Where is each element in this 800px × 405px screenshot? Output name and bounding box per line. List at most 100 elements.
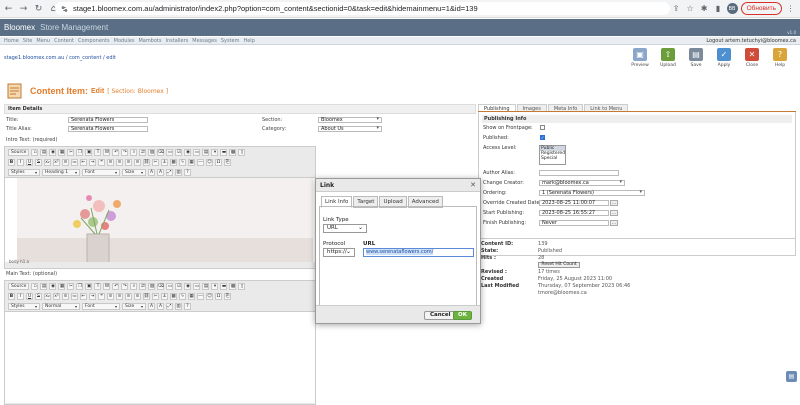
source-button[interactable]: Source xyxy=(8,148,30,156)
hidden-field-icon[interactable]: ▯ xyxy=(238,282,246,290)
radio-icon[interactable]: ◉ xyxy=(184,148,192,156)
cut-icon[interactable]: ✂ xyxy=(67,148,75,156)
textarea-icon[interactable]: ▤ xyxy=(202,148,210,156)
tab-link-to-menu[interactable]: Link to Menu xyxy=(584,104,629,112)
outdent-icon[interactable]: ⇤ xyxy=(80,292,87,300)
templates-icon[interactable]: ▦ xyxy=(58,148,66,156)
main-text-area[interactable] xyxy=(5,311,315,403)
paste-icon[interactable]: ▣ xyxy=(85,148,93,156)
select-all-icon[interactable]: ▨ xyxy=(148,148,156,156)
start-date-picker[interactable]: … xyxy=(610,210,618,216)
copy-icon[interactable]: ❐ xyxy=(76,148,84,156)
find-icon[interactable]: ⌕ xyxy=(130,282,138,290)
strike-icon[interactable]: S xyxy=(35,158,42,166)
textfield-icon[interactable]: ▭ xyxy=(193,148,201,156)
text-color-icon[interactable]: A xyxy=(148,168,155,176)
finish-date-picker[interactable]: … xyxy=(610,220,618,226)
bg-color-icon[interactable]: A xyxy=(157,168,164,176)
chat-widget-icon[interactable]: ▤ xyxy=(786,371,797,382)
align-left-icon[interactable]: ≡ xyxy=(107,158,114,166)
tab-images[interactable]: Images xyxy=(516,104,547,112)
superscript-icon[interactable]: x² xyxy=(53,292,60,300)
checkbox-icon[interactable]: ☑ xyxy=(175,282,183,290)
start-publishing-input[interactable]: 2023-08-25 16:55:27 xyxy=(539,210,609,216)
align-right-icon[interactable]: ≡ xyxy=(125,292,132,300)
image-icon[interactable]: ▩ xyxy=(170,158,177,166)
sidebar-icon[interactable]: ▮ xyxy=(713,3,724,14)
created-date-input[interactable]: 2023-08-25 11:00:07 xyxy=(539,200,609,206)
redo-icon[interactable]: ↷ xyxy=(121,282,129,290)
address-bar[interactable]: stage1.bloomex.com.au/administrator/inde… xyxy=(55,2,670,15)
blockquote-icon[interactable]: ❝ xyxy=(98,292,105,300)
menu-item-site[interactable]: Site xyxy=(23,38,33,44)
preview-doc-icon[interactable]: ◉ xyxy=(49,282,57,290)
smiley-icon[interactable]: ☺ xyxy=(206,292,213,300)
unlink-icon[interactable]: ✂ xyxy=(152,292,159,300)
form-icon[interactable]: ▭ xyxy=(166,148,174,156)
save-doc-icon[interactable]: ▤ xyxy=(40,148,48,156)
extensions-icon[interactable]: ✱ xyxy=(699,3,710,14)
paste-word-icon[interactable]: W xyxy=(103,282,111,290)
author-alias-input[interactable] xyxy=(539,170,619,176)
cancel-button[interactable]: Cancel xyxy=(424,311,457,320)
align-justify-icon[interactable]: ≡ xyxy=(134,158,141,166)
button-field-icon[interactable]: ▬ xyxy=(220,148,228,156)
menu-icon[interactable]: ⋮ xyxy=(785,3,796,14)
select-field-icon[interactable]: ▾ xyxy=(211,282,219,290)
redo-icon[interactable]: ↷ xyxy=(121,148,129,156)
category-select[interactable]: About Us xyxy=(318,126,382,132)
menu-item-help[interactable]: Help xyxy=(243,38,254,44)
maximize-icon[interactable]: ⤢ xyxy=(166,302,173,310)
format-combo-2[interactable]: Normal xyxy=(42,302,80,310)
paste-text-icon[interactable]: T xyxy=(94,148,102,156)
page-break-icon[interactable]: ⎘ xyxy=(224,292,231,300)
section-select[interactable]: Bloomex xyxy=(318,117,382,123)
menu-item-menu[interactable]: Menu xyxy=(36,38,50,44)
align-left-icon[interactable]: ≡ xyxy=(107,292,114,300)
created-date-picker[interactable]: … xyxy=(610,200,618,206)
preview-button[interactable]: ▣ Preview xyxy=(628,48,652,70)
dialog-close-icon[interactable]: ✕ xyxy=(470,179,476,192)
show-blocks-icon[interactable]: ▥ xyxy=(175,168,182,176)
underline-icon[interactable]: U xyxy=(26,292,33,300)
checkbox-icon[interactable]: ☑ xyxy=(175,148,183,156)
textarea-icon[interactable]: ▤ xyxy=(202,282,210,290)
hidden-field-icon[interactable]: ▯ xyxy=(238,148,246,156)
table-icon[interactable]: ▦ xyxy=(188,158,195,166)
smiley-icon[interactable]: ☺ xyxy=(206,158,213,166)
undo-icon[interactable]: ↶ xyxy=(112,282,120,290)
bookmark-star-icon[interactable]: ☆ xyxy=(685,3,696,14)
align-center-icon[interactable]: ≡ xyxy=(116,292,123,300)
close-button[interactable]: ✕ Close xyxy=(740,48,764,70)
align-right-icon[interactable]: ≡ xyxy=(125,158,132,166)
image-button-icon[interactable]: ▩ xyxy=(229,148,237,156)
menu-item-system[interactable]: System xyxy=(221,38,240,44)
published-checkbox[interactable] xyxy=(540,135,545,140)
anchor-icon[interactable]: ⚓ xyxy=(161,158,168,166)
indent-icon[interactable]: ⇥ xyxy=(89,158,96,166)
menu-item-installers[interactable]: Installers xyxy=(165,38,188,44)
profile-avatar[interactable]: ВВ xyxy=(726,3,738,14)
subscript-icon[interactable]: x₂ xyxy=(44,158,51,166)
share-icon[interactable]: ⇪ xyxy=(671,3,682,14)
special-char-icon[interactable]: Ω xyxy=(215,158,222,166)
strike-icon[interactable]: S xyxy=(35,292,42,300)
link-type-select[interactable]: URL xyxy=(323,224,367,233)
help-editor-icon[interactable]: ? xyxy=(184,302,191,310)
image-button-icon[interactable]: ▩ xyxy=(229,282,237,290)
anchor-icon[interactable]: ⚓ xyxy=(161,292,168,300)
link-icon[interactable]: ⛓ xyxy=(143,292,150,300)
remove-format-icon[interactable]: ⌫ xyxy=(157,282,165,290)
intro-text-area[interactable] xyxy=(5,177,315,262)
image-icon[interactable]: ▩ xyxy=(170,292,177,300)
bulleted-list-icon[interactable]: ≔ xyxy=(71,292,78,300)
form-icon[interactable]: ▭ xyxy=(166,282,174,290)
textfield-icon[interactable]: ▭ xyxy=(193,282,201,290)
paste-word-icon[interactable]: W xyxy=(103,148,111,156)
underline-icon[interactable]: U xyxy=(26,158,33,166)
styles-combo-2[interactable]: Styles xyxy=(8,302,40,310)
italic-icon[interactable]: I xyxy=(17,292,24,300)
source-button-2[interactable]: Source xyxy=(8,282,30,290)
special-char-icon[interactable]: Ω xyxy=(215,292,222,300)
link-dialog-title[interactable]: Link ✕ xyxy=(316,179,480,192)
